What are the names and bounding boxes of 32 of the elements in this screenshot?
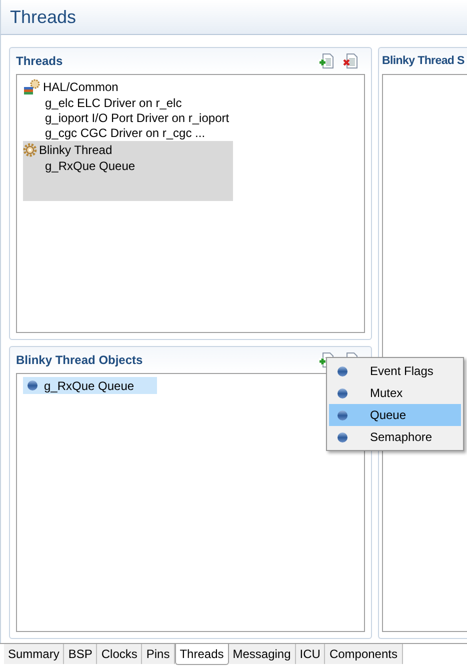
tab[interactable]: Clocks [97,644,142,664]
page-title: Threads [10,6,76,28]
menu-item[interactable]: Queue [329,404,461,426]
gear-stack-icon [23,79,41,95]
tree-item[interactable]: HAL/Common [43,80,118,94]
object-icon [337,388,348,398]
delete-document-icon[interactable] [343,53,359,69]
object-icon [337,410,348,420]
menu-item[interactable]: Event Flags [329,360,461,382]
tab[interactable]: BSP [64,644,98,664]
object-icon [337,366,348,376]
tab[interactable]: ICU [296,644,326,664]
tree-item[interactable]: g_ioport I/O Port Driver on r_ioport [45,110,230,124]
add-document-icon[interactable] [319,53,335,69]
tab[interactable]: Components [325,644,402,664]
object-icon [337,432,348,442]
tree-item[interactable]: Blinky Thread [39,143,112,157]
tree-item[interactable]: g_elc ELC Driver on r_elc [45,96,182,110]
tree-item[interactable]: g_cgc CGC Driver on r_cgc ... [45,126,206,140]
tree-item[interactable]: g_RxQue Queue [45,158,136,172]
gear-icon [23,143,37,157]
tab[interactable]: Pins [142,644,175,664]
panel-title: Threads [16,54,64,68]
menu-item[interactable]: Mutex [329,382,461,404]
panel-title: Blinky Thread Objects [16,353,144,367]
object-icon [27,380,38,391]
tab[interactable]: Messaging [228,644,296,664]
menu-item[interactable]: Semaphore [329,426,461,448]
tab[interactable]: Threads [174,644,229,665]
tab[interactable]: Summary [4,644,64,664]
panel-title: Blinky Thread S [382,55,466,67]
object-item[interactable]: g_RxQue Queue [23,377,157,394]
